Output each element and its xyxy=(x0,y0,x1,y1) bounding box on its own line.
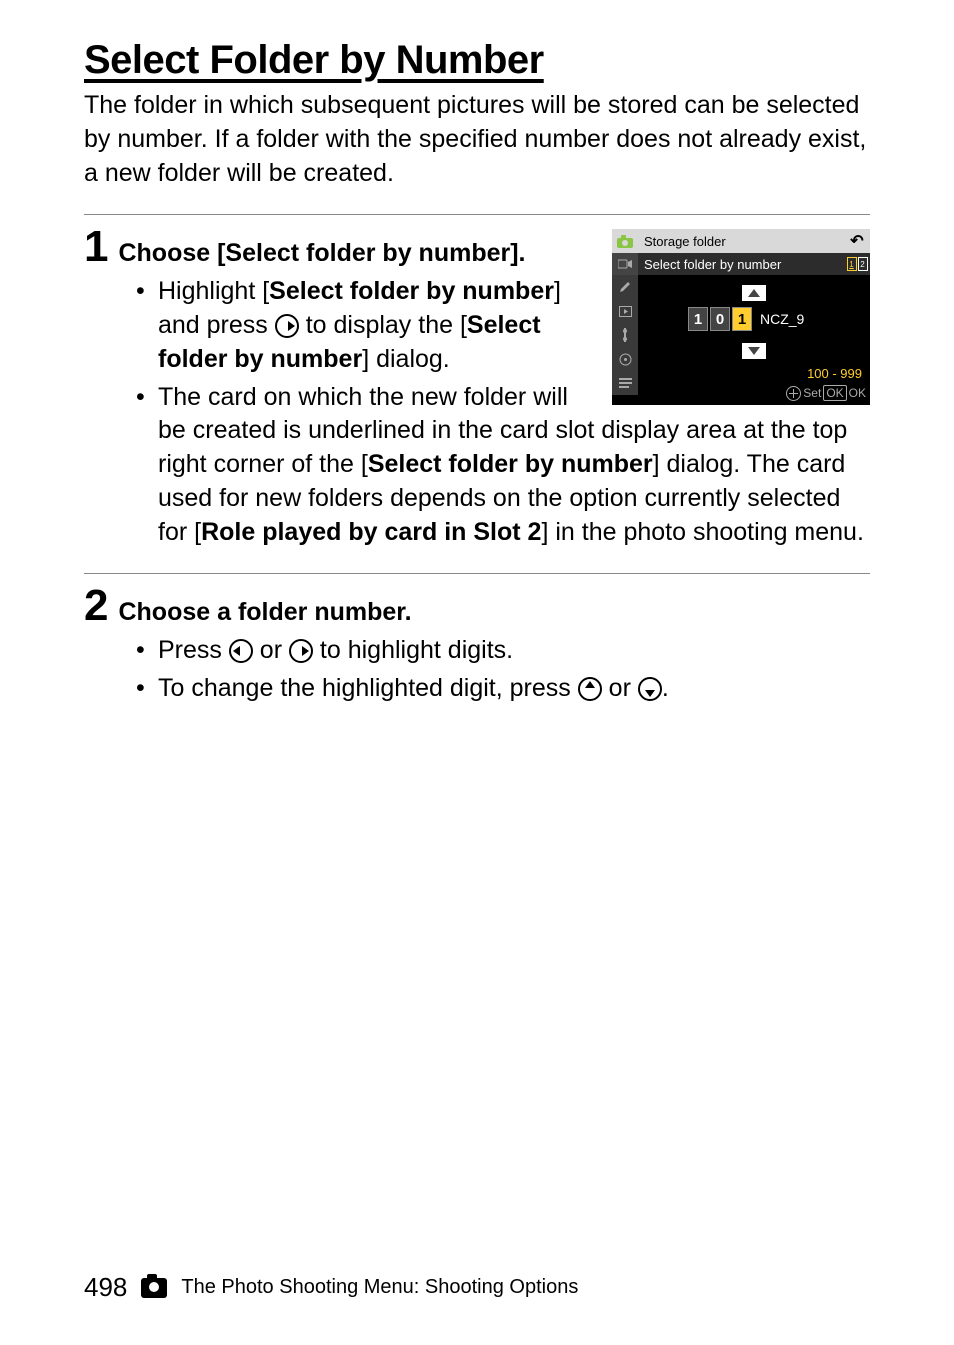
screen-header: Storage folder xyxy=(638,234,844,249)
right-icon xyxy=(275,314,299,338)
step-number: 2 xyxy=(84,584,108,628)
footer-camera-icon xyxy=(141,1278,167,1298)
step1-bullet-1: Highlight [Select folder by number] and … xyxy=(136,275,870,376)
right-icon xyxy=(289,639,313,663)
step1-bullet-2: The card on which the new folder will be… xyxy=(136,381,870,550)
step2-bullet-2: To change the highlighted digit, press o… xyxy=(136,672,870,706)
step2-bullet-1: Press or to highlight digits. xyxy=(136,634,870,668)
camera-icon xyxy=(612,229,638,253)
step-1: Storage folder ↶ Select folder by number… xyxy=(84,214,870,553)
footer: 498 The Photo Shooting Menu: Shooting Op… xyxy=(84,1272,870,1303)
intro-text: The folder in which subsequent pictures … xyxy=(84,89,870,190)
page-number: 498 xyxy=(84,1272,127,1303)
card-slot-indicator: 1 2 xyxy=(847,257,868,271)
left-icon xyxy=(229,639,253,663)
step-number: 1 xyxy=(84,225,108,269)
step-title: Choose a folder number. xyxy=(118,598,411,627)
step-2: 2 Choose a folder number. Press or to hi… xyxy=(84,573,870,706)
back-icon[interactable]: ↶ xyxy=(844,231,870,251)
up-icon xyxy=(578,677,602,701)
page-title: Select Folder by Number xyxy=(84,38,870,83)
down-icon xyxy=(638,677,662,701)
video-icon xyxy=(612,253,638,275)
screen-subheader: Select folder by number xyxy=(638,257,844,272)
step-title: Choose [Select folder by number]. xyxy=(118,239,525,268)
footer-section: The Photo Shooting Menu: Shooting Option… xyxy=(181,1276,578,1299)
